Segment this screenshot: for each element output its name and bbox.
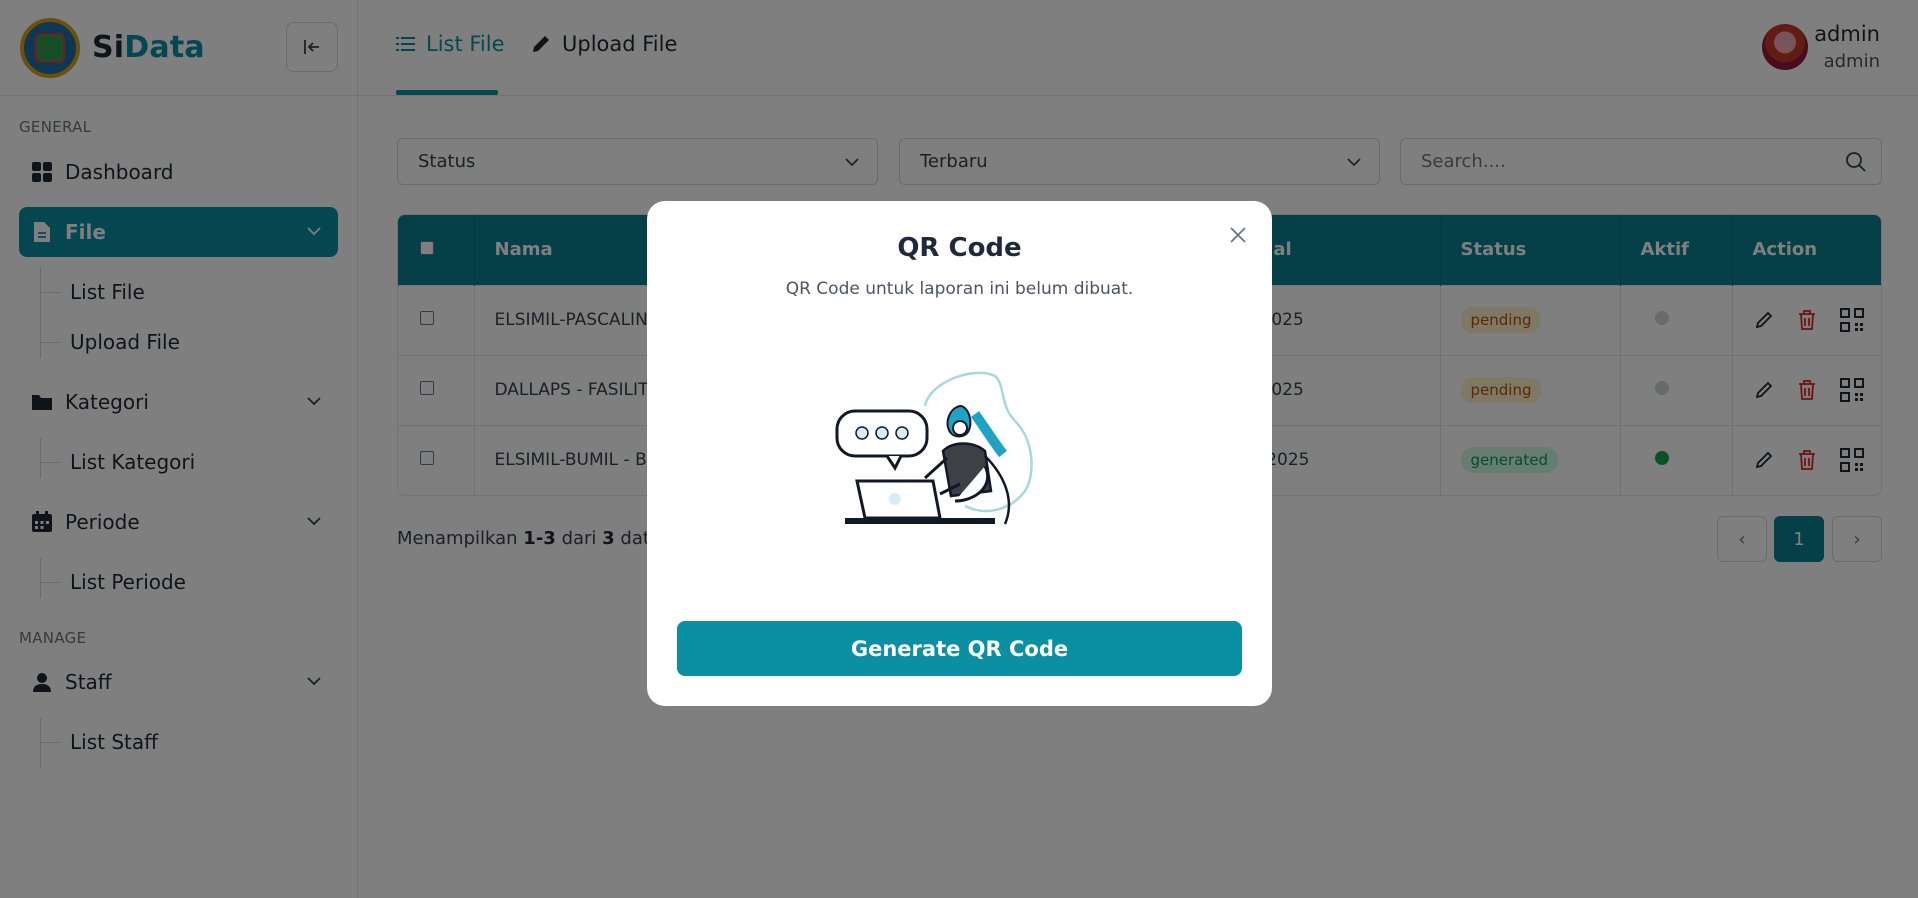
generate-qr-code-button[interactable]: Generate QR Code <box>677 621 1242 676</box>
modal-subtitle: QR Code untuk laporan ini belum dibuat. <box>785 279 1134 299</box>
qr-code-modal: QR Code QR Code untuk laporan ini belum … <box>647 201 1272 706</box>
empty-state-illustration <box>835 371 1033 525</box>
modal-title: QR Code <box>897 233 1022 263</box>
